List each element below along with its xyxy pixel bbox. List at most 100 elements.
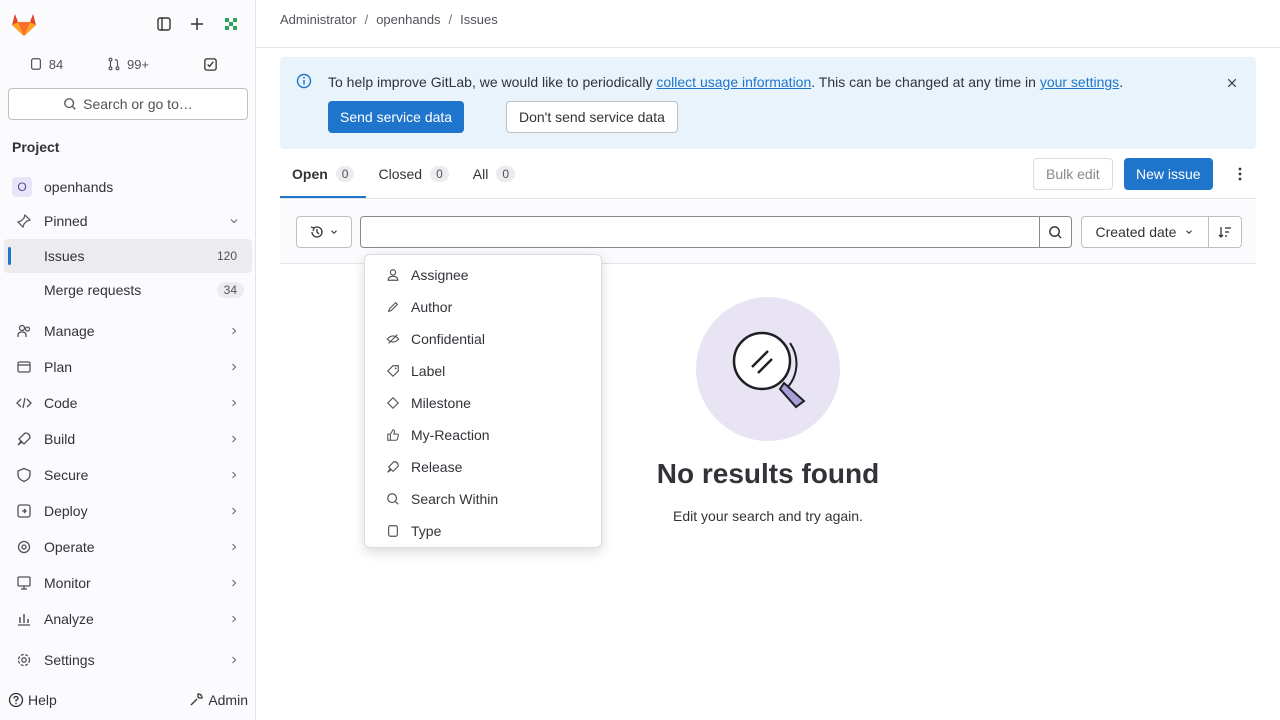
search-icon [385,491,401,507]
sort-dropdown[interactable]: Created date [1081,216,1209,248]
todos-counter[interactable] [172,48,248,80]
sidebar-toggle-icon[interactable] [148,8,180,40]
tab-label: All [472,166,489,182]
sidebar-item-deploy[interactable]: Deploy [4,494,252,528]
sidebar-item-operate[interactable]: Operate [4,530,252,564]
more-actions-icon[interactable] [1224,158,1256,190]
tab-closed[interactable]: Closed 0 [366,150,460,198]
chevron-right-icon [226,467,242,483]
chevron-right-icon [226,431,242,447]
dropdown-item-label: My-Reaction [411,427,490,443]
sidebar-item-manage[interactable]: Manage [4,314,252,348]
tab-open[interactable]: Open 0 [280,150,366,198]
your-settings-link[interactable]: your settings [1040,74,1119,90]
dropdown-item-confidential[interactable]: Confidential [365,323,601,355]
dont-send-service-data-button[interactable]: Don't send service data [506,101,678,133]
shield-icon [16,467,32,483]
plan-icon [16,359,32,375]
collect-usage-link[interactable]: collect usage information [656,74,811,90]
user-avatar[interactable] [215,8,247,40]
sidebar-item-label: Secure [44,467,89,483]
sidebar-item-label: Plan [44,359,73,375]
bulk-edit-button[interactable]: Bulk edit [1033,158,1113,190]
sidebar-item-analyze[interactable]: Analyze [4,602,252,636]
chart-icon [16,611,32,627]
sidebar-item-issues[interactable]: Issues 120 [4,239,252,273]
sidebar-item-code[interactable]: Code [4,386,252,420]
merge-requests-badge: 34 [216,282,244,298]
sidebar-item-label: Pinned [44,213,88,229]
dropdown-item-release[interactable]: Release [365,451,601,483]
label-tag-icon [385,363,401,379]
banner-text: . This can be changed at any time in [811,74,1040,90]
chevron-right-icon [226,395,242,411]
breadcrumb: Administrator / openhands / Issues [280,12,498,27]
sidebar-topbar [0,0,255,48]
sidebar-item-settings[interactable]: Settings [4,643,252,677]
chevron-right-icon [226,575,242,591]
dropdown-item-type[interactable]: Type [365,515,601,547]
sort-lowest-icon [1217,224,1233,240]
breadcrumb-separator: / [448,12,453,27]
dropdown-item-label: Search Within [411,491,499,507]
chevron-down-icon [1184,227,1194,237]
eye-slash-icon [385,331,401,347]
dropdown-item-label[interactable]: Label [365,355,601,387]
sidebar-item-plan[interactable]: Plan [4,350,252,384]
tab-label: Open [292,166,328,182]
code-icon [16,395,32,411]
admin-wrench-icon [188,692,204,708]
issues-count: 84 [48,56,64,72]
sort-label: Created date [1095,224,1177,240]
breadcrumb-item-project[interactable]: openhands [376,12,440,27]
recent-searches-button[interactable] [296,216,352,248]
dropdown-item-author[interactable]: Author [365,291,601,323]
chevron-down-icon [329,227,339,237]
sidebar-item-build[interactable]: Build [4,422,252,456]
new-issue-button[interactable]: New issue [1124,158,1213,190]
sidebar-item-merge-requests[interactable]: Merge requests 34 [4,273,252,307]
project-name: openhands [44,179,114,195]
sidebar-item-project[interactable]: O openhands [4,170,252,204]
gitlab-logo-icon[interactable] [8,8,40,40]
banner-text: . [1119,74,1124,90]
filter-search-button[interactable] [1040,216,1072,248]
pin-icon [16,213,32,229]
issues-badge: 120 [209,248,244,264]
send-service-data-button[interactable]: Send service data [328,101,465,133]
dropdown-item-milestone[interactable]: Milestone [365,387,601,419]
admin-button[interactable]: Admin [188,684,248,716]
sidebar-item-secure[interactable]: Secure [4,458,252,492]
dropdown-item-label: Milestone [411,395,471,411]
close-icon[interactable] [1220,71,1244,95]
deploy-icon [16,503,32,519]
monitor-icon [16,575,32,591]
sidebar-item-pinned[interactable]: Pinned [4,204,252,238]
issues-counter[interactable]: 84 [8,48,84,80]
history-icon [309,224,325,240]
breadcrumb-item-issues[interactable]: Issues [460,12,498,27]
tab-label: Closed [378,166,423,182]
breadcrumb-item-administrator[interactable]: Administrator [280,12,357,27]
sidebar-counters: 84 99+ [8,48,248,80]
chevron-right-icon [226,323,242,339]
pencil-icon [385,299,401,315]
sidebar-item-label: Monitor [44,575,91,591]
search-or-go-to-button[interactable]: Search or go to… [8,88,248,120]
banner-text: To help improve GitLab, we would like to… [328,74,657,90]
dropdown-item-search-within[interactable]: Search Within [365,483,601,515]
create-new-icon[interactable] [181,8,213,40]
merge-requests-counter[interactable]: 99+ [88,48,168,80]
tab-all[interactable]: All 0 [461,150,527,198]
filter-search-input[interactable] [360,216,1040,248]
thumb-up-icon [385,427,401,443]
sort-direction-button[interactable] [1208,216,1242,248]
help-button[interactable]: Help [8,684,57,716]
sidebar-item-monitor[interactable]: Monitor [4,566,252,600]
tab-count: 0 [430,166,449,182]
dropdown-item-label: Confidential [411,331,485,347]
dropdown-item-my-reaction[interactable]: My-Reaction [365,419,601,451]
rocket-icon [16,431,32,447]
dropdown-item-assignee[interactable]: Assignee [365,259,601,291]
merge-request-icon [107,57,121,71]
